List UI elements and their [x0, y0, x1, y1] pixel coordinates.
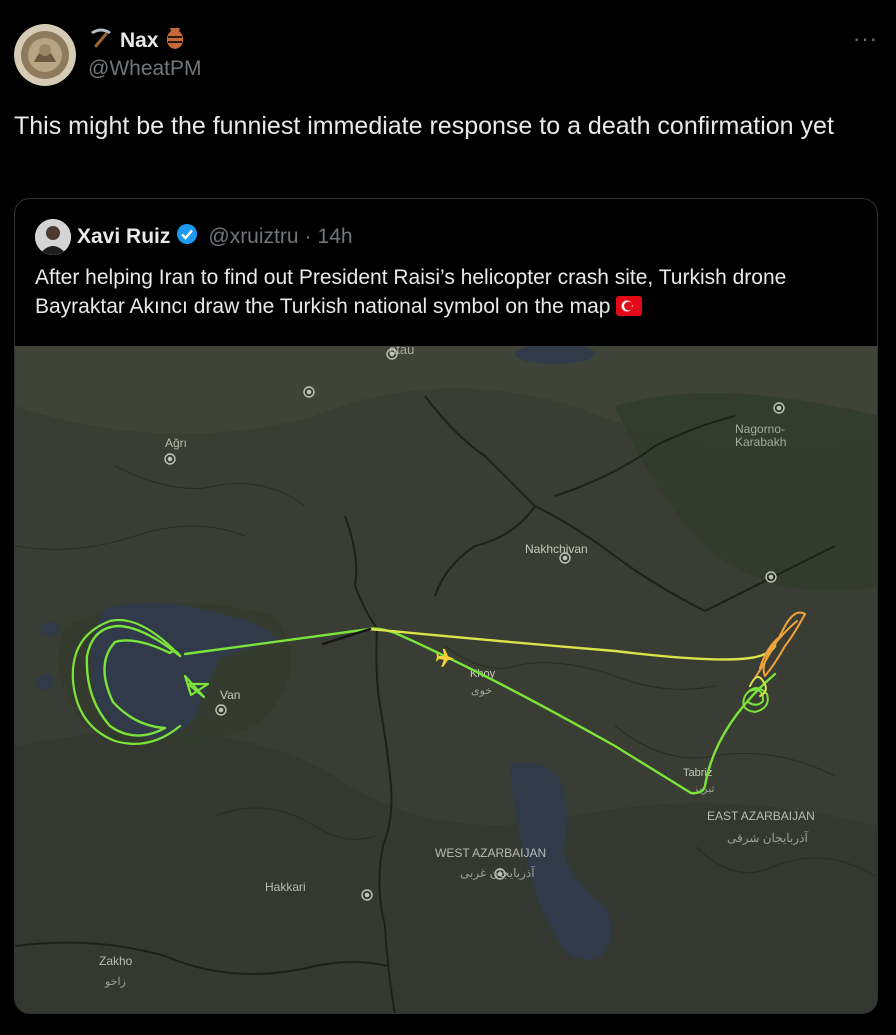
svg-text:Hakkari: Hakkari [265, 880, 306, 894]
avatar[interactable] [14, 24, 76, 86]
svg-text:Nagorno-: Nagorno- [735, 422, 785, 436]
svg-text:Ağrı: Ağrı [165, 436, 187, 450]
svg-text:آذربایجان شرقی: آذربایجان شرقی [727, 830, 808, 845]
svg-text:Karabakh: Karabakh [735, 435, 786, 449]
author-display-name[interactable]: Nax [120, 29, 159, 53]
svg-text:WEST AZARBAIJAN: WEST AZARBAIJAN [435, 846, 546, 860]
map-image[interactable]: atau Ağrı Nakhchivan Nagorno- Karabakh V… [15, 342, 877, 1013]
verified-badge-icon [176, 223, 198, 251]
svg-text:Nakhchivan: Nakhchivan [525, 542, 588, 556]
svg-text:Van: Van [220, 688, 240, 702]
turkey-flag-icon [616, 296, 643, 316]
more-options-button[interactable]: ··· [853, 26, 878, 52]
pickaxe-icon [88, 26, 114, 55]
svg-text:خوی: خوی [471, 685, 492, 697]
author-name-row: Nax [88, 26, 185, 55]
quoted-display-name[interactable]: Xavi Ruiz [77, 225, 170, 249]
quoted-author-row: Xavi Ruiz @xruiztru · 14h [77, 223, 353, 251]
tweet-text: This might be the funniest immediate res… [14, 112, 834, 140]
quoted-avatar[interactable] [35, 219, 71, 255]
quoted-text: After helping Iran to find out President… [35, 266, 787, 318]
quoted-text-block: After helping Iran to find out President… [35, 263, 835, 321]
svg-text:Zakho: Zakho [99, 954, 133, 968]
svg-text:زاخو: زاخو [104, 976, 126, 988]
svg-text:EAST AZARBAIJAN: EAST AZARBAIJAN [707, 809, 815, 823]
author-handle[interactable]: @WheatPM [88, 57, 202, 81]
quoted-timestamp[interactable]: 14h [318, 225, 353, 249]
quoted-handle[interactable]: @xruiztru [208, 225, 298, 249]
vase-emoji-icon [165, 26, 185, 55]
tweet: Nax @WheatPM ··· This might be the funni… [0, 0, 896, 1035]
quoted-tweet[interactable]: Xavi Ruiz @xruiztru · 14h After helping … [14, 198, 878, 1014]
meta-separator: · [304, 225, 312, 248]
